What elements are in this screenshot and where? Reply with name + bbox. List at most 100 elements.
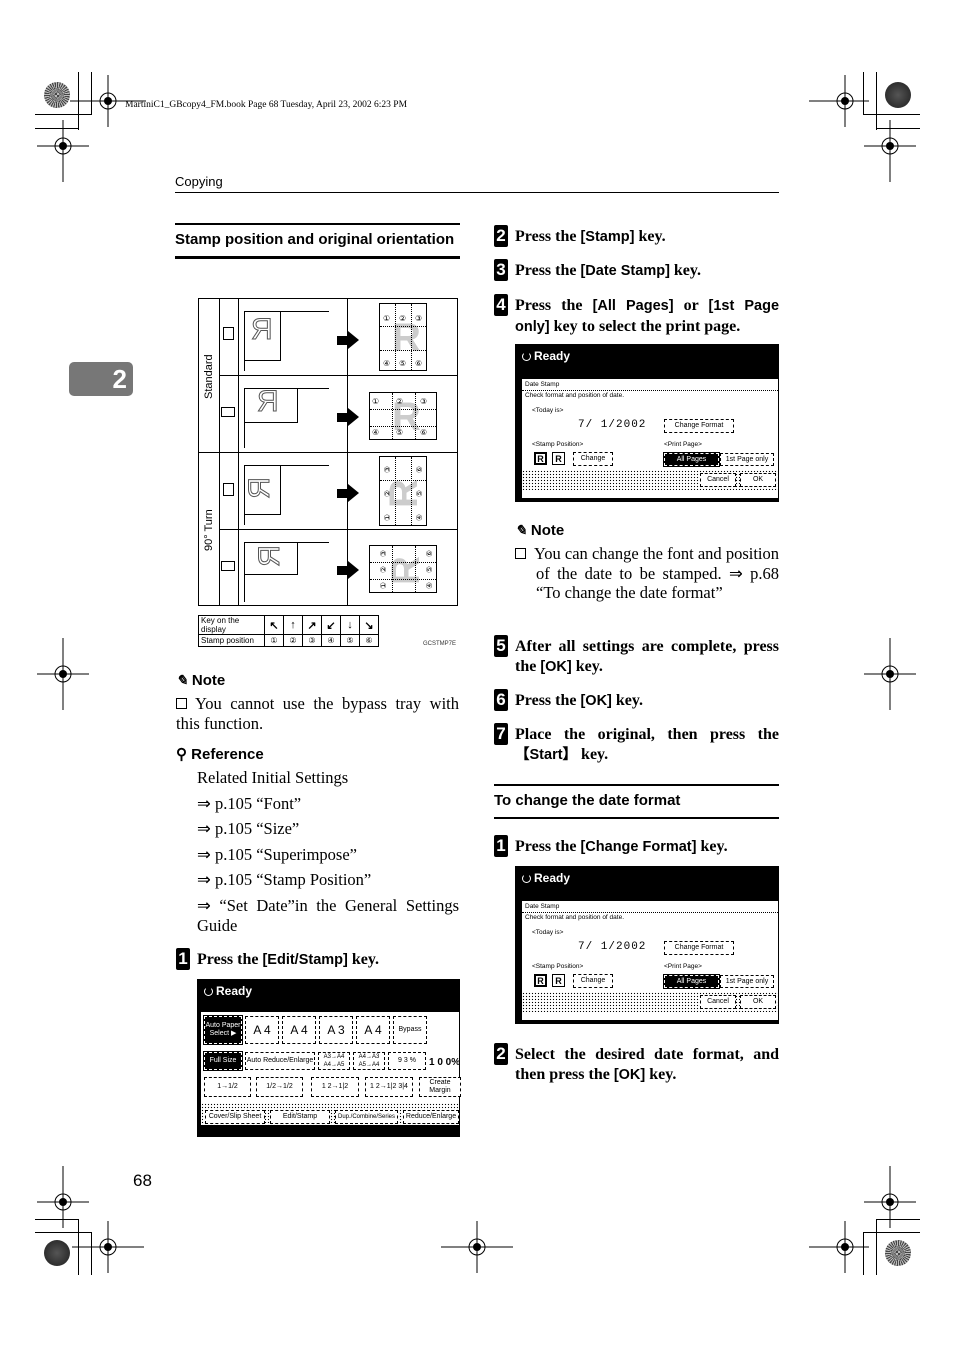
step-3-date-stamp: 3 Press the [Date Stamp] key. bbox=[494, 259, 779, 282]
section-rule-top bbox=[175, 223, 460, 225]
first-page-only-button[interactable]: 1st Page only bbox=[720, 453, 774, 466]
tab-cover-slip-sheet[interactable]: Cover/Slip Sheet bbox=[205, 1110, 265, 1124]
arrow-up-left-icon: ↖ bbox=[264, 615, 284, 635]
stamp-grid-line bbox=[370, 426, 436, 427]
step-text: key. bbox=[577, 745, 609, 763]
key-name: [Stamp] bbox=[580, 229, 635, 245]
tray-t-button[interactable]: A 4 bbox=[356, 1016, 390, 1044]
ready-indicator-icon bbox=[204, 987, 213, 996]
arrow-right-icon bbox=[348, 561, 359, 579]
tab-edit-stamp[interactable]: Edit/Stamp bbox=[270, 1110, 330, 1124]
file-header: MartiniC1_GBcopy4_FM.book Page 68 Tuesda… bbox=[125, 100, 408, 110]
duplex-2-to-2-button[interactable]: 1/2→1/2 bbox=[256, 1077, 303, 1097]
all-pages-button[interactable]: All Pages bbox=[663, 974, 720, 989]
full-size-button[interactable]: Full Size bbox=[203, 1051, 243, 1071]
stamp-grid-line bbox=[370, 562, 436, 563]
reduce-a3-a4-button[interactable]: A3→A4 A4→A5 bbox=[318, 1052, 350, 1070]
table-cell: ④ bbox=[321, 634, 341, 647]
reference-link-set-date[interactable]: ⇒ “Set Date”in the General Settings Guid… bbox=[197, 896, 459, 935]
stamp-position-preview-2[interactable]: R bbox=[552, 452, 565, 465]
note-heading-text: Note bbox=[191, 672, 226, 689]
table-cell: Key on the display bbox=[198, 615, 265, 635]
stamp-position-preview-2[interactable]: R bbox=[552, 974, 565, 987]
tray-size: A 4 bbox=[364, 1023, 382, 1037]
table-cell: ⑥ bbox=[359, 634, 379, 647]
key-name: [Date Stamp] bbox=[580, 263, 670, 279]
combine-2-in-1-button[interactable]: 1 2→1|2 bbox=[311, 1077, 359, 1097]
tray-size: A 4 bbox=[253, 1023, 271, 1037]
tab-dup-combine-series[interactable]: Dup./Combine/Series bbox=[335, 1110, 398, 1124]
tab-reduce-enlarge[interactable]: Reduce/Enlarge bbox=[403, 1110, 459, 1124]
registration-marks bbox=[37, 75, 916, 1273]
stamp-grid-line bbox=[395, 457, 396, 525]
arrow-right-icon bbox=[337, 566, 348, 575]
header-rule bbox=[175, 192, 779, 193]
reference-link-font[interactable]: ⇒ p.105 “Font” bbox=[197, 794, 459, 814]
reference-link-stamp-position[interactable]: ⇒ p.105 “Stamp Position” bbox=[197, 870, 459, 890]
stamp-mark: ⑤ bbox=[425, 565, 435, 574]
enlarge-a4-a3-button[interactable]: A4→A3 A5→A4 bbox=[353, 1052, 385, 1070]
auto-reduce-enlarge-button[interactable]: Auto Reduce/Enlarge bbox=[245, 1052, 315, 1070]
tray-size: A 3 bbox=[327, 1023, 345, 1037]
key-name: [OK] bbox=[613, 1066, 646, 1083]
cancel-button[interactable]: Cancel bbox=[700, 995, 736, 1009]
stamp-position-preview-1[interactable]: R bbox=[534, 974, 547, 987]
cancel-button[interactable]: Cancel bbox=[700, 473, 736, 487]
all-pages-button[interactable]: All Pages bbox=[663, 452, 720, 467]
tray-1-button[interactable]: A 4 bbox=[245, 1016, 279, 1044]
date-stamp-panel: Date Stamp Check format and position of … bbox=[522, 901, 778, 1020]
change-format-button[interactable]: Change Format bbox=[664, 941, 734, 955]
original-letter: R bbox=[251, 313, 274, 347]
status-bar: Ready bbox=[198, 980, 459, 1012]
ok-button[interactable]: OK bbox=[740, 473, 776, 487]
stamp-mark: ① bbox=[383, 513, 393, 522]
stamp-position-preview-1[interactable]: R bbox=[534, 452, 547, 465]
registration-target-icon bbox=[441, 1221, 513, 1273]
duplex-1-to-2-button[interactable]: 1→1/2 bbox=[204, 1077, 251, 1097]
registration-target-icon bbox=[72, 1221, 144, 1273]
change-format-button[interactable]: Change Format bbox=[664, 419, 734, 433]
step-6-ok: 6 Press the [OK] key. bbox=[494, 689, 779, 712]
key-name: [OK] bbox=[580, 693, 612, 709]
stamp-mark: ⑤ bbox=[399, 359, 407, 368]
create-margin-button[interactable]: Create Margin bbox=[419, 1077, 461, 1097]
first-page-only-button[interactable]: 1st Page only bbox=[720, 975, 774, 988]
note-heading: ✎ Note bbox=[515, 522, 564, 539]
change-position-button[interactable]: Change bbox=[573, 452, 613, 466]
original-letter: R bbox=[242, 477, 276, 500]
preset-ratio-button[interactable]: 9 3 % bbox=[388, 1052, 426, 1070]
tray-2-button[interactable]: A 4 bbox=[282, 1016, 316, 1044]
stamp-mark: ② bbox=[396, 397, 404, 406]
section-title: Stamp position and original orientation bbox=[175, 231, 455, 248]
note-item: You cannot use the bypass tray with this… bbox=[176, 694, 459, 733]
combine-4-in-1-button[interactable]: 1 2→1|2 3|4 bbox=[365, 1077, 413, 1097]
note-heading: ✎ Note bbox=[176, 672, 225, 689]
original-letter: R bbox=[257, 385, 280, 419]
main-panel: Auto Paper Select ▶ A 4 A 4 A 3 A 4 Bypa… bbox=[201, 1012, 461, 1125]
step-number: 2 bbox=[494, 225, 508, 247]
print-page-label: <Print Page> bbox=[664, 963, 702, 970]
panel-title: Date Stamp bbox=[525, 903, 560, 910]
diagram-divider bbox=[219, 375, 457, 376]
registration-target-icon bbox=[864, 1166, 916, 1228]
checkbox-bullet-icon bbox=[176, 698, 187, 709]
stamp-mark: ⑤ bbox=[396, 428, 404, 437]
ok-button[interactable]: OK bbox=[740, 995, 776, 1009]
stamp-grid-line bbox=[392, 546, 393, 592]
ready-indicator-icon bbox=[522, 352, 531, 361]
diagram-divider bbox=[219, 529, 457, 530]
reference-link-size[interactable]: ⇒ p.105 “Size” bbox=[197, 819, 459, 839]
reference-link-superimpose[interactable]: ⇒ p.105 “Superimpose” bbox=[197, 845, 459, 865]
arrow-down-icon: ↓ bbox=[340, 615, 360, 635]
step-text: Press the bbox=[197, 951, 263, 968]
reference-heading-text: Reference bbox=[191, 746, 264, 763]
portrait-original-icon bbox=[223, 483, 234, 496]
auto-paper-select-button[interactable]: Auto Paper Select ▶ bbox=[203, 1015, 243, 1045]
bypass-button[interactable]: Bypass bbox=[393, 1016, 427, 1044]
table-cell: ① bbox=[264, 634, 284, 647]
key-position-table: Key on the display ↖ ↑ ↗ ↙ ↓ ↘ Stamp pos… bbox=[198, 615, 379, 647]
step-text: Place the original, then press the bbox=[515, 726, 779, 743]
change-position-button[interactable]: Change bbox=[573, 974, 613, 988]
tray-3-button[interactable]: A 3 bbox=[319, 1016, 353, 1044]
step-text: key. bbox=[645, 1065, 677, 1083]
